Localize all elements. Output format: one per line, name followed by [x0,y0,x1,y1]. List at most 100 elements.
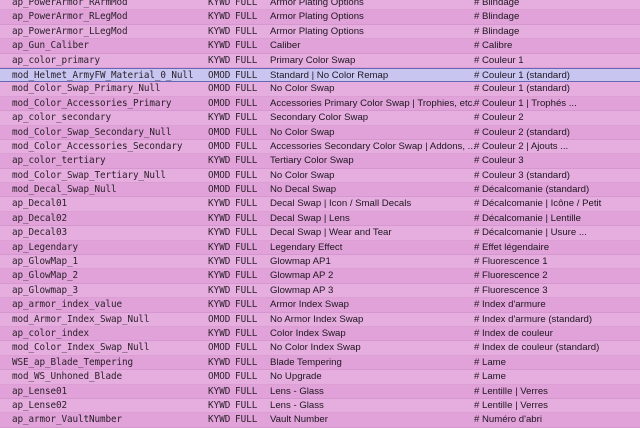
field-cell: FULL [235,399,258,411]
record-type-cell: OMOD [208,83,231,95]
source-text-cell: Vault Number [270,414,328,426]
field-cell: FULL [235,313,258,325]
record-type-cell: KYWD [208,227,231,239]
field-cell: FULL [235,327,258,339]
translation-cell: # Index d'armure [474,299,546,311]
editor-id-cell: mod_Decal_Swap_Null [12,184,117,196]
record-type-cell: KYWD [208,399,231,411]
table-row[interactable]: mod_Decal_Swap_Null OMOD FULL No Decal Swap… [0,183,640,198]
table-row[interactable]: ap_Glowmap_3 KYWD FULL Glowmap AP 3 # Fluore… [0,283,640,299]
translation-cell: # Fluorescence 3 [474,284,548,296]
editor-id-cell: ap_armor_VaultNumber [12,414,122,426]
table-row[interactable]: ap_PowerArmor_RLegMod KYWD FULL Armor Plati… [0,10,640,25]
field-cell: FULL [235,54,258,66]
source-text-cell: Decal Swap | Wear and Tear [270,227,392,239]
record-type-cell: OMOD [208,169,231,181]
translation-cell: # Fluorescence 1 [474,256,548,268]
field-cell: FULL [235,0,258,8]
table-row[interactable]: ap_Gun_Caliber KYWD FULL Caliber # Calibre [0,39,640,54]
editor-id-cell: ap_Lense01 [12,385,67,397]
source-text-cell: Armor Index Swap [270,299,349,311]
record-type-cell: KYWD [208,241,231,253]
table-row[interactable]: ap_armor_index_value KYWD FULL Armor Index … [0,298,640,313]
source-text-cell: Legendary Effect [270,241,343,253]
editor-id-cell: ap_Gun_Caliber [12,40,89,52]
record-type-cell: KYWD [208,40,231,52]
table-row[interactable]: WSE_ap_Blade_Tempering KYWD FULL Blade Temp… [0,355,640,371]
record-type-cell: KYWD [208,212,231,224]
table-row[interactable]: ap_Decal01 KYWD FULL Decal Swap | Icon / Sm… [0,197,640,212]
source-text-cell: No Color Swap [270,169,335,181]
translation-cell: # Couleur 2 [474,112,524,124]
source-text-cell: Accessories Primary Color Swap | Trophie… [270,97,476,109]
source-text-cell: Glowmap AP 2 [270,270,334,282]
translation-cell: # Décalcomanie | Usure ... [474,227,587,239]
translation-cell: # Index d'armure (standard) [474,313,593,325]
translation-cell: # Couleur 1 [474,54,524,66]
record-type-cell: KYWD [208,414,231,426]
table-row[interactable]: mod_Armor_Index_Swap_Null OMOD FULL No Armo… [0,312,640,327]
record-type-cell: OMOD [208,371,231,383]
table-row[interactable]: ap_Lense01 KYWD FULL Lens - Glass # Lentille… [0,384,640,399]
record-type-cell: KYWD [208,284,231,296]
table-row[interactable]: mod_Color_Swap_Secondary_Null OMOD FULL No … [0,125,640,140]
translation-cell: # Couleur 1 (standard) [474,83,570,95]
table-row[interactable]: ap_PowerArmor_RArmMod KYWD FULL Armor Plati… [0,0,640,11]
record-type-cell: KYWD [208,327,231,339]
field-cell: FULL [235,227,258,239]
field-cell: FULL [235,140,258,152]
table-row[interactable]: ap_armor_VaultNumber KYWD FULL Vault Number… [0,413,640,428]
table-row[interactable]: mod_Color_Index_Swap_Null OMOD FULL No Colo… [0,341,640,356]
table-row[interactable]: ap_color_index KYWD FULL Color Index Swap # … [0,326,640,342]
editor-id-cell: ap_PowerArmor_RLegMod [12,11,128,23]
record-type-cell: KYWD [208,11,231,23]
field-cell: FULL [235,414,258,426]
table-row[interactable]: mod_Color_Swap_Primary_Null OMOD FULL No Co… [0,82,640,97]
table-row[interactable]: mod_Helmet_ArmyFW_Material_0_Null OMOD FUL… [0,67,640,83]
field-cell: FULL [235,385,258,397]
table-row[interactable]: mod_Color_Accessories_Primary OMOD FULL Acc… [0,96,640,112]
translation-cell: # Effet légendaire [474,241,550,253]
table-row[interactable]: mod_Color_Swap_Tertiary_Null OMOD FULL No C… [0,168,640,184]
table-row[interactable]: ap_color_tertiary KYWD FULL Tertiary Color … [0,154,640,169]
table-row[interactable]: ap_GlowMap_1 KYWD FULL Glowmap AP1 # Fluores… [0,255,640,270]
translation-cell: # Couleur 2 (standard) [474,126,570,138]
translation-cell: # Blindage [474,11,520,23]
table-row[interactable]: ap_color_secondary KYWD FULL Secondary Colo… [0,111,640,126]
table-row[interactable]: ap_Lense02 KYWD FULL Lens - Glass # Lentille… [0,398,640,414]
source-text-cell: Caliber [270,40,301,52]
source-text-cell: Armor Plating Options [270,25,364,37]
record-type-cell: KYWD [208,299,231,311]
translation-cell: # Couleur 1 (standard) [474,69,570,81]
table-row[interactable]: ap_Legendary KYWD FULL Legendary Effect # Ef… [0,240,640,256]
editor-id-cell: ap_Glowmap_3 [12,284,78,296]
table-row[interactable]: ap_color_primary KYWD FULL Primary Color Sw… [0,53,640,68]
record-type-cell: OMOD [208,69,231,81]
source-text-cell: No Color Swap [270,126,335,138]
record-type-cell: KYWD [208,112,231,124]
table-row[interactable]: mod_WS_Unhoned_Blade OMOD FULL No Upgrade # … [0,370,640,385]
translation-cell: # Numéro d'abri [474,414,542,426]
translation-cell: # Décalcomanie | Lentille [474,212,582,224]
record-type-cell: OMOD [208,184,231,196]
source-text-cell: Color Index Swap [270,327,346,339]
table-row[interactable]: ap_PowerArmor_LLegMod KYWD FULL Armor Plati… [0,24,640,40]
translation-cell: # Fluorescence 2 [474,270,548,282]
table-row[interactable]: mod_Color_Accessories_Secondary OMOD FULL A… [0,139,640,155]
source-text-cell: Glowmap AP 3 [270,284,334,296]
record-type-cell: OMOD [208,140,231,152]
table-row[interactable]: ap_Decal02 KYWD FULL Decal Swap | Lens # Déc… [0,211,640,227]
table-row[interactable]: ap_GlowMap_2 KYWD FULL Glowmap AP 2 # Fluore… [0,269,640,284]
record-type-cell: KYWD [208,385,231,397]
editor-id-cell: mod_Color_Swap_Secondary_Null [12,126,172,138]
record-type-cell: OMOD [208,313,231,325]
editor-id-cell: ap_Lense02 [12,399,67,411]
record-type-cell: OMOD [208,126,231,138]
translation-cell: # Décalcomanie | Icône / Petit [474,198,602,210]
table-row[interactable]: ap_Decal03 KYWD FULL Decal Swap | Wear and … [0,226,640,241]
record-type-cell: KYWD [208,25,231,37]
editor-id-cell: ap_color_secondary [12,112,111,124]
source-text-cell: Lens - Glass [270,399,324,411]
source-text-cell: No Color Swap [270,83,335,95]
field-cell: FULL [235,198,258,210]
